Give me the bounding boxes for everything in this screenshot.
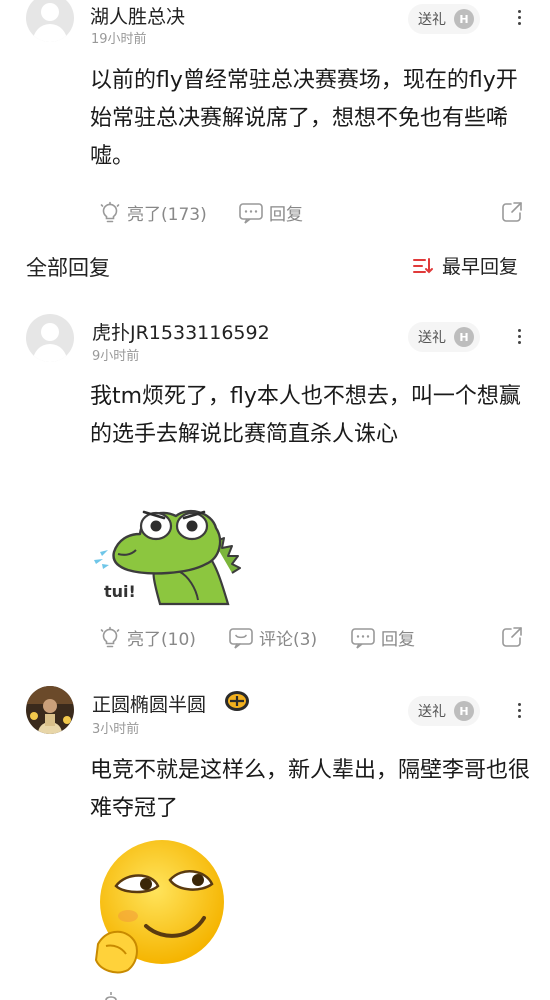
- comment-content: 我tm烦死了，fly本人也不想去，叫一个想赢的选手去解说比赛简直杀人诛心: [90, 384, 521, 447]
- comment-content: 电竞不就是这样么，新人辈出，隔壁李哥也很难夺冠了: [90, 758, 531, 821]
- more-options-icon[interactable]: [516, 326, 522, 348]
- sort-icon: [413, 257, 433, 273]
- lightbulb-icon: [100, 626, 120, 647]
- reply-label: 回复: [381, 630, 415, 650]
- h-badge-icon: H: [454, 9, 474, 29]
- username[interactable]: 虎扑JR1533116592: [92, 318, 270, 345]
- share-button[interactable]: [500, 200, 524, 224]
- like-button[interactable]: 亮了(173): [98, 200, 207, 225]
- sort-label: 最早回复: [442, 256, 519, 278]
- share-icon: [502, 627, 522, 647]
- more-options-icon[interactable]: [516, 7, 522, 29]
- section-title: 全部回复: [26, 256, 110, 280]
- lightbulb-icon: [100, 201, 120, 222]
- timestamp: 9小时前: [92, 349, 140, 364]
- team-badge-icon: [225, 691, 249, 711]
- h-badge-icon: H: [454, 701, 474, 721]
- gift-label: 送礼: [418, 704, 446, 720]
- username[interactable]: 湖人胜总决: [90, 2, 185, 29]
- chat-bubble-icon: [239, 202, 263, 224]
- share-icon: [502, 202, 522, 222]
- like-count: 亮了(10): [127, 630, 196, 650]
- timestamp: 3小时前: [92, 722, 140, 737]
- lightbulb-icon[interactable]: [100, 992, 122, 1000]
- gift-button[interactable]: 送礼 H: [408, 4, 480, 34]
- more-options-icon[interactable]: [516, 700, 522, 722]
- avatar[interactable]: [26, 686, 74, 734]
- sort-button[interactable]: 最早回复: [412, 252, 518, 279]
- avatar[interactable]: [26, 0, 74, 42]
- like-button[interactable]: 亮了(10): [98, 625, 196, 650]
- comment-icon: [229, 627, 253, 649]
- reply-button[interactable]: 回复: [350, 625, 415, 650]
- chat-bubble-icon: [351, 627, 375, 649]
- smirk-emoji-sticker-image: [94, 840, 224, 974]
- gift-label: 送礼: [418, 330, 446, 346]
- gift-button[interactable]: 送礼 H: [408, 696, 480, 726]
- username[interactable]: 正圆椭圆半圆: [92, 690, 206, 717]
- frog-sticker-image: tui!: [94, 509, 241, 606]
- timestamp: 19小时前: [91, 32, 147, 47]
- reply-label: 回复: [269, 205, 303, 225]
- like-count: 亮了(173): [127, 205, 207, 225]
- gift-label: 送礼: [418, 12, 446, 28]
- sticker-text: tui!: [104, 582, 136, 601]
- comment-content: 以前的fly曾经常驻总决赛赛场，现在的fly开始常驻总决赛解说席了，想想不免也有…: [90, 68, 518, 169]
- avatar[interactable]: [26, 314, 74, 362]
- share-button[interactable]: [500, 625, 524, 649]
- gift-button[interactable]: 送礼 H: [408, 322, 480, 352]
- comment-button[interactable]: 评论(3): [228, 625, 317, 650]
- comment-count: 评论(3): [259, 630, 318, 650]
- reply-button[interactable]: 回复: [238, 200, 303, 225]
- h-badge-icon: H: [454, 327, 474, 347]
